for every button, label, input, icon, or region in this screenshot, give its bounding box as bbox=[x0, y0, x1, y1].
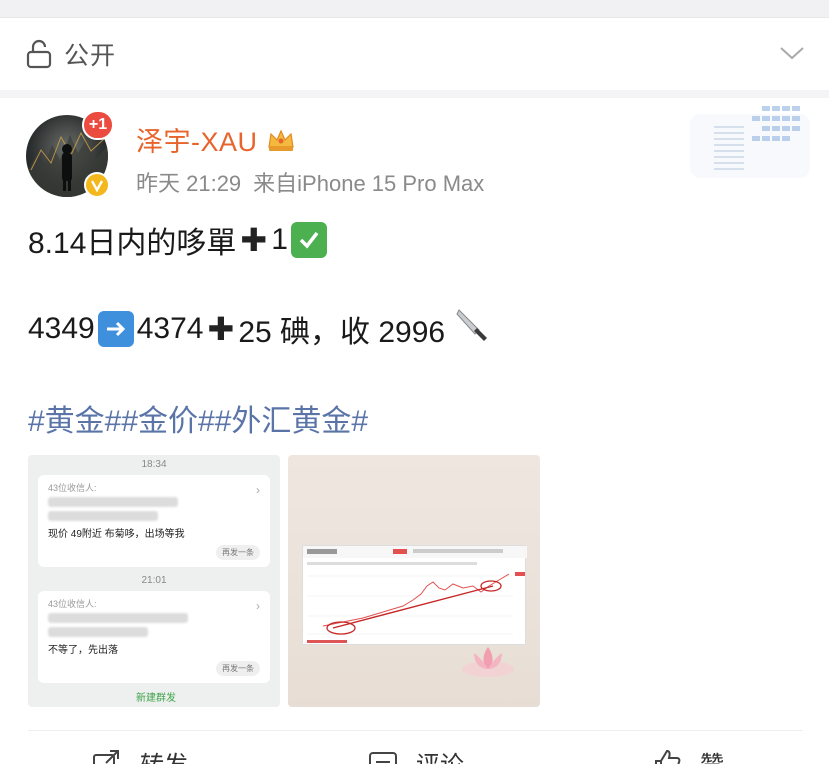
chat-card-2: 43位收信人: › 不等了，先出落 再发一条 bbox=[38, 591, 270, 683]
author-row: 泽宇-XAU bbox=[136, 120, 296, 159]
blurred-text bbox=[48, 511, 158, 521]
post-meta: 昨天 21:29 来自iPhone 15 Pro Max bbox=[136, 166, 484, 198]
action-bar: 转发 评论 赞 bbox=[28, 730, 803, 764]
repost-label: 转发 bbox=[140, 745, 188, 764]
post-time: 昨天 21:29 bbox=[136, 171, 242, 196]
chat-card-1: 43位收信人: › 现价 49附近 布菊哆，出场等我 再发一条 bbox=[38, 475, 270, 567]
comment-button[interactable]: 评论 bbox=[368, 745, 464, 764]
chat-card2-header: 43位收信人: bbox=[48, 599, 97, 609]
decorative-card-pattern bbox=[690, 104, 810, 184]
post-text-line-2: 4349 4374 ✚ 25 碘，收 2996 bbox=[28, 306, 491, 352]
like-button[interactable]: 赞 bbox=[652, 745, 724, 764]
post-text-line-1: 8.14日内的哆單 ✚ 1 bbox=[28, 218, 330, 262]
chat-card1-header: 43位收信人: bbox=[48, 483, 97, 493]
chat-card2-message: 不等了，先出落 bbox=[48, 645, 118, 656]
chat-card2-button: 再发一条 bbox=[216, 661, 260, 676]
section-divider bbox=[0, 90, 829, 98]
crown-icon bbox=[266, 127, 296, 153]
top-strip bbox=[0, 0, 829, 18]
line2-gain: 25 碘，收 2996 bbox=[238, 316, 446, 349]
thumbs-up-icon bbox=[655, 749, 681, 764]
plus-icon: ✚ bbox=[240, 222, 268, 258]
blurred-text bbox=[48, 613, 188, 623]
comment-label: 评论 bbox=[416, 745, 464, 764]
line2-from: 4349 bbox=[28, 312, 95, 345]
repost-icon bbox=[93, 749, 119, 764]
line2-to: 4374 bbox=[136, 312, 204, 345]
right-arrow-icon bbox=[97, 311, 134, 347]
lock-icon bbox=[26, 39, 52, 69]
chat-time-1: 18:34 bbox=[141, 459, 167, 470]
post-image-chat[interactable]: 18:34 43位收信人: › 现价 49附近 布菊哆，出场等我 再发一条 21… bbox=[28, 455, 280, 707]
visibility-label: 公开 bbox=[64, 42, 117, 70]
chevron-down-icon[interactable] bbox=[779, 40, 805, 66]
plus-icon: ✚ bbox=[207, 311, 235, 347]
chat-card1-button: 再发一条 bbox=[216, 545, 260, 560]
chat-time-2: 21:01 bbox=[141, 575, 167, 586]
post-source: 来自iPhone 15 Pro Max bbox=[253, 171, 485, 196]
repost-button[interactable]: 转发 bbox=[92, 745, 188, 764]
knife-icon bbox=[453, 306, 491, 352]
line1-text: 8.14日内的哆單 bbox=[28, 227, 237, 260]
chat-footer-link: 新建群发 bbox=[136, 693, 176, 704]
verified-icon bbox=[84, 172, 110, 198]
post-image-chart[interactable] bbox=[288, 455, 540, 707]
line1-number: 1 bbox=[271, 223, 288, 256]
check-mark-icon bbox=[290, 222, 327, 258]
hashtags[interactable]: #黄金##金价##外汇黄金# bbox=[28, 396, 368, 440]
comment-icon bbox=[369, 751, 397, 764]
chat-card1-message: 现价 49附近 布菊哆，出场等我 bbox=[48, 529, 185, 540]
chart-screenshot bbox=[302, 545, 527, 645]
blurred-text bbox=[48, 497, 178, 507]
like-label: 赞 bbox=[700, 745, 724, 764]
visibility-bar[interactable]: 公开 bbox=[0, 18, 829, 90]
notification-badge: +1 bbox=[82, 110, 114, 140]
chevron-right-icon: › bbox=[256, 483, 260, 497]
author-name[interactable]: 泽宇-XAU bbox=[136, 120, 258, 159]
lotus-flower-icon bbox=[462, 647, 514, 677]
chevron-right-icon: › bbox=[256, 599, 260, 613]
blurred-text bbox=[48, 627, 148, 637]
